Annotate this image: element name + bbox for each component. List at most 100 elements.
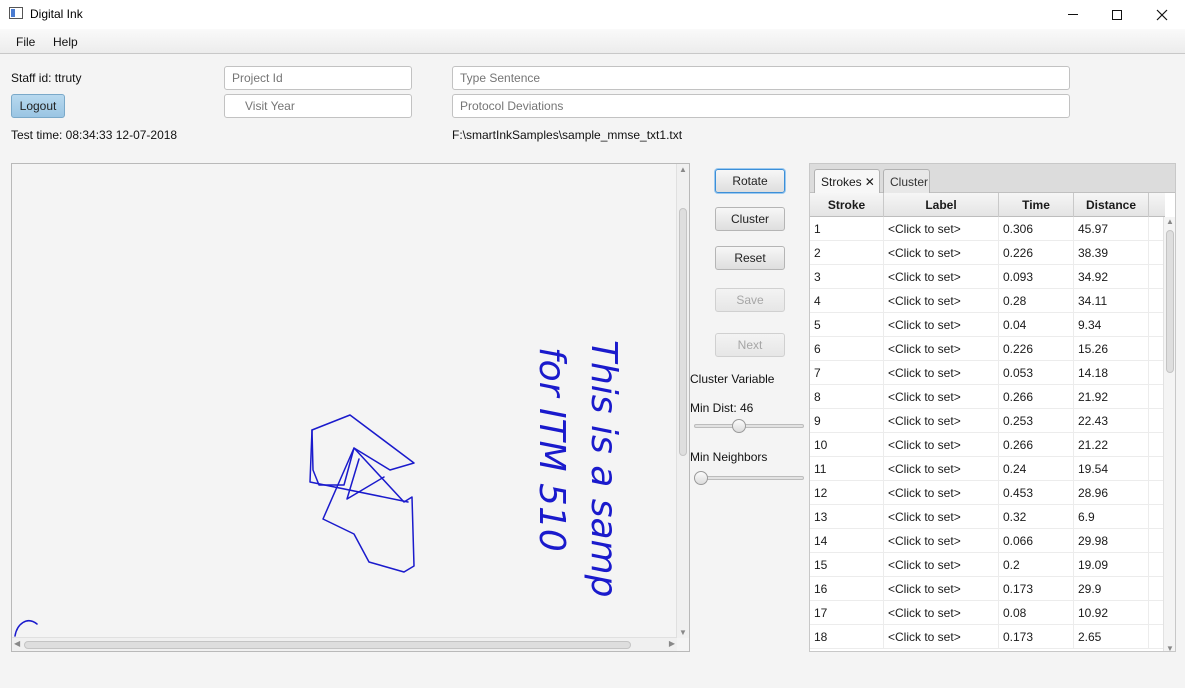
cluster-variable-label: Cluster Variable [690,372,775,386]
reset-button[interactable]: Reset [715,246,785,270]
scroll-left-icon[interactable]: ◀ [14,639,20,648]
column-header-distance[interactable]: Distance [1074,193,1149,217]
cell-time: 0.066 [999,529,1074,553]
cell-time: 0.28 [999,289,1074,313]
table-row[interactable]: 14 <Click to set> 0.066 29.98 [810,529,1165,553]
cell-stroke: 1 [810,217,884,241]
min-neighbors-slider-knob[interactable] [694,471,708,485]
table-row[interactable]: 18 <Click to set> 0.173 2.65 [810,625,1165,649]
minimize-button[interactable] [1050,0,1096,29]
column-header-stroke[interactable]: Stroke [810,193,884,217]
table-row[interactable]: 5 <Click to set> 0.04 9.34 [810,313,1165,337]
cell-label[interactable]: <Click to set> [884,553,999,577]
table-row[interactable]: 10 <Click to set> 0.266 21.22 [810,433,1165,457]
cell-label[interactable]: <Click to set> [884,481,999,505]
maximize-button[interactable] [1094,0,1140,29]
table-row[interactable]: 11 <Click to set> 0.24 19.54 [810,457,1165,481]
tab-cluster[interactable]: Cluster [883,169,930,193]
min-dist-slider-knob[interactable] [732,419,747,433]
table-scroll-thumb[interactable] [1166,230,1174,373]
cell-time: 0.053 [999,361,1074,385]
cell-distance: 22.43 [1074,409,1149,433]
scroll-right-icon[interactable]: ▶ [669,639,675,648]
type-sentence-input[interactable] [452,66,1070,90]
cell-label[interactable]: <Click to set> [884,601,999,625]
cell-stroke: 11 [810,457,884,481]
close-tab-icon[interactable]: ✕ [865,175,875,189]
maximize-icon [1112,9,1122,20]
scroll-up-icon[interactable]: ▲ [679,165,687,174]
cell-stroke: 13 [810,505,884,529]
canvas-vertical-scrollbar[interactable]: ▲ ▼ [676,164,689,638]
table-row[interactable]: 13 <Click to set> 0.32 6.9 [810,505,1165,529]
cell-label[interactable]: <Click to set> [884,361,999,385]
column-header-label[interactable]: Label [884,193,999,217]
cell-distance: 9.34 [1074,313,1149,337]
cell-label[interactable]: <Click to set> [884,505,999,529]
ink-drawing: This is a samp for ITM 510 [14,340,624,637]
table-row[interactable]: 12 <Click to set> 0.453 28.96 [810,481,1165,505]
cell-label[interactable]: <Click to set> [884,529,999,553]
cell-time: 0.24 [999,457,1074,481]
table-body: 1 <Click to set> 0.306 45.97 2 <Click to set>… [810,217,1165,651]
cell-distance: 34.92 [1074,265,1149,289]
logout-button[interactable]: Logout [11,94,65,118]
table-row[interactable]: 9 <Click to set> 0.253 22.43 [810,409,1165,433]
title-bar: Digital Ink [0,0,1185,29]
table-row[interactable]: 15 <Click to set> 0.2 19.09 [810,553,1165,577]
table-row[interactable]: 4 <Click to set> 0.28 34.11 [810,289,1165,313]
window-title: Digital Ink [30,7,83,21]
scroll-down-icon[interactable]: ▼ [679,628,687,637]
project-id-input[interactable] [224,66,412,90]
column-header-time[interactable]: Time [999,193,1074,217]
table-row[interactable]: 16 <Click to set> 0.173 29.9 [810,577,1165,601]
table-vertical-scrollbar[interactable]: ▲ ▼ [1163,217,1175,651]
table-row[interactable]: 7 <Click to set> 0.053 14.18 [810,361,1165,385]
cell-label[interactable]: <Click to set> [884,217,999,241]
cell-label[interactable]: <Click to set> [884,457,999,481]
min-neighbors-slider[interactable] [694,471,804,485]
next-button[interactable]: Next [715,333,785,357]
save-button[interactable]: Save [715,288,785,312]
table-scroll-up-icon[interactable]: ▲ [1166,217,1174,226]
table-row[interactable]: 3 <Click to set> 0.093 34.92 [810,265,1165,289]
cell-label[interactable]: <Click to set> [884,577,999,601]
table-row[interactable]: 8 <Click to set> 0.266 21.92 [810,385,1165,409]
table-row[interactable]: 6 <Click to set> 0.226 15.26 [810,337,1165,361]
canvas-horizontal-scroll-thumb[interactable] [24,641,631,649]
cell-time: 0.226 [999,337,1074,361]
visit-year-input[interactable] [224,94,412,118]
cell-stroke: 3 [810,265,884,289]
protocol-deviations-input[interactable] [452,94,1070,118]
table-row[interactable]: 2 <Click to set> 0.226 38.39 [810,241,1165,265]
cell-time: 0.093 [999,265,1074,289]
file-path-label: F:\smartInkSamples\sample_mmse_txt1.txt [452,128,683,142]
cell-distance: 29.9 [1074,577,1149,601]
menu-file[interactable]: File [16,35,35,49]
cell-label[interactable]: <Click to set> [884,337,999,361]
cell-stroke: 9 [810,409,884,433]
cell-label[interactable]: <Click to set> [884,313,999,337]
cell-stroke: 14 [810,529,884,553]
close-button[interactable] [1139,0,1185,29]
rotate-button[interactable]: Rotate [715,169,785,193]
min-dist-slider[interactable] [694,419,804,433]
cluster-button[interactable]: Cluster [715,207,785,231]
cell-label[interactable]: <Click to set> [884,385,999,409]
cell-label[interactable]: <Click to set> [884,289,999,313]
cell-label[interactable]: <Click to set> [884,625,999,649]
cell-label[interactable]: <Click to set> [884,433,999,457]
cell-label[interactable]: <Click to set> [884,265,999,289]
menu-help[interactable]: Help [53,35,78,49]
table-header: Stroke Label Time Distance [810,193,1165,217]
tab-strokes[interactable]: Strokes ✕ [814,169,880,193]
table-scroll-down-icon[interactable]: ▼ [1166,644,1174,651]
canvas-horizontal-scrollbar[interactable]: ◀ ▶ [12,637,677,651]
cell-stroke: 17 [810,601,884,625]
table-row[interactable]: 1 <Click to set> 0.306 45.97 [810,217,1165,241]
cell-label[interactable]: <Click to set> [884,409,999,433]
canvas-vertical-scroll-thumb[interactable] [679,208,687,456]
table-row[interactable]: 17 <Click to set> 0.08 10.92 [810,601,1165,625]
cell-label[interactable]: <Click to set> [884,241,999,265]
ink-canvas[interactable]: This is a samp for ITM 510 ▲ ▼ ◀ ▶ [11,163,690,652]
